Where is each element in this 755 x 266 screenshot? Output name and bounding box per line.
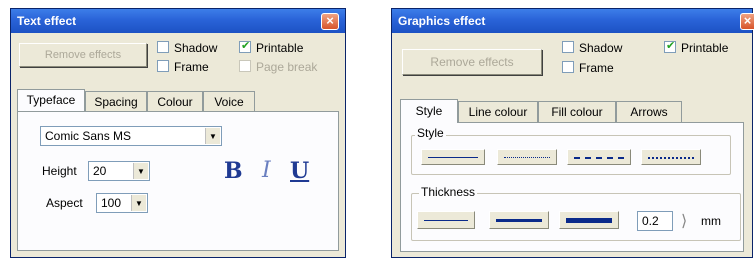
chevron-down-icon[interactable]: ▼ [131,195,146,211]
aspect-label: Aspect [46,196,83,210]
text-effect-close-button[interactable]: × [321,13,339,30]
unit-label: mm [701,214,721,228]
line-style-dash-dot[interactable] [641,149,701,165]
checkbox-box [562,41,574,53]
tab-fill-colour[interactable]: Fill colour [538,101,616,123]
graphics-effect-remove-effects-button[interactable]: Remove effects [402,49,542,75]
line-style-dashed[interactable] [567,149,631,165]
tab-label: Voice [214,95,244,109]
bold-button[interactable]: B [224,158,243,184]
thickness-value: 0.2 [642,214,659,228]
text-effect-frame-checkbox[interactable]: Frame [157,60,209,74]
chevron-down-icon[interactable]: ▼ [205,128,220,144]
checkbox-box [157,60,169,72]
style-group-label: Style [415,126,446,140]
thickness-thick[interactable] [559,211,619,229]
checkbox-box [157,41,169,53]
close-icon: × [326,13,334,28]
tab-spacing[interactable]: Spacing [85,91,147,111]
font-select[interactable]: Comic Sans MS ▼ [40,126,222,146]
checkbox-label: Printable [256,41,304,55]
close-icon: × [743,13,752,28]
tab-label: Line colour [468,105,528,119]
text-effect-printable-checkbox[interactable]: ✔ Printable [239,40,304,55]
font-select-value: Comic Sans MS [45,129,132,143]
checkbox-label: Frame [579,61,614,75]
underline-button[interactable]: U [290,158,309,184]
text-effect-titlebar[interactable]: Text effect [11,9,345,33]
height-select-value: 20 [93,164,107,178]
graphics-effect-window: Graphics effect × Remove effects Shadow … [391,8,754,258]
thickness-thin[interactable] [417,211,475,229]
chevron-down-icon[interactable]: ▼ [133,163,148,179]
checkbox-label: Shadow [579,41,623,55]
checkbox-label: Frame [174,60,209,74]
text-effect-page-break-checkbox[interactable]: Page break [239,60,317,74]
graphics-effect-printable-checkbox[interactable]: ✔ Printable [664,40,729,55]
remove-effects-label: Remove effects [430,55,514,69]
checkbox-box [239,60,251,72]
checkbox-box: ✔ [239,40,251,53]
graphics-effect-close-button[interactable]: × [740,13,754,30]
checkbox-label: Shadow [174,41,218,55]
graphics-effect-titlebar[interactable]: Graphics effect [392,9,752,33]
checkbox-box [562,61,574,73]
tab-label: Typeface [26,93,76,107]
graphics-effect-shadow-checkbox[interactable]: Shadow [562,41,622,55]
text-effect-title: Text effect [17,14,77,28]
tab-arrows[interactable]: Arrows [616,101,682,123]
tab-label: Fill colour [551,105,603,119]
tab-style[interactable]: Style [400,99,458,123]
text-effect-window: Text effect × Remove effects Shadow ✔ Pri… [10,8,346,258]
checkmark-icon: ✔ [666,40,676,52]
aspect-select[interactable]: 100 ▼ [96,193,148,213]
tab-label: Spacing [94,95,138,109]
tab-label: Arrows [630,105,668,119]
tab-line-colour[interactable]: Line colour [458,101,538,123]
checkbox-label: Printable [681,41,729,55]
height-select[interactable]: 20 ▼ [88,161,150,181]
style-panel: Style Thickness 0.2 ⟩ mm [400,122,744,252]
tab-label: Style [415,104,443,118]
aspect-select-value: 100 [101,196,122,210]
checkbox-box: ✔ [664,40,676,53]
checkmark-icon: ✔ [241,40,251,52]
thickness-medium[interactable] [489,211,549,229]
spinner-arrow-icon[interactable]: ⟩ [681,211,687,231]
tab-label: Colour [157,95,193,109]
line-style-dotted[interactable] [497,149,557,165]
height-label: Height [42,164,77,178]
graphics-effect-frame-checkbox[interactable]: Frame [562,61,614,75]
thickness-group-label: Thickness [419,185,478,199]
line-style-solid[interactable] [421,149,485,165]
tab-voice[interactable]: Voice [203,91,255,111]
typeface-panel: Comic Sans MS ▼ Height 20 ▼ Aspect 100 ▼… [17,111,339,251]
italic-button[interactable]: I [262,158,271,183]
text-effect-shadow-checkbox[interactable]: Shadow [157,41,217,55]
remove-effects-label: Remove effects [44,49,122,61]
text-effect-remove-effects-button[interactable]: Remove effects [19,43,147,67]
checkbox-label: Page break [256,60,318,74]
tab-typeface[interactable]: Typeface [17,89,85,111]
thickness-input[interactable]: 0.2 [637,211,673,231]
tab-colour[interactable]: Colour [147,91,203,111]
graphics-effect-title: Graphics effect [398,14,486,28]
